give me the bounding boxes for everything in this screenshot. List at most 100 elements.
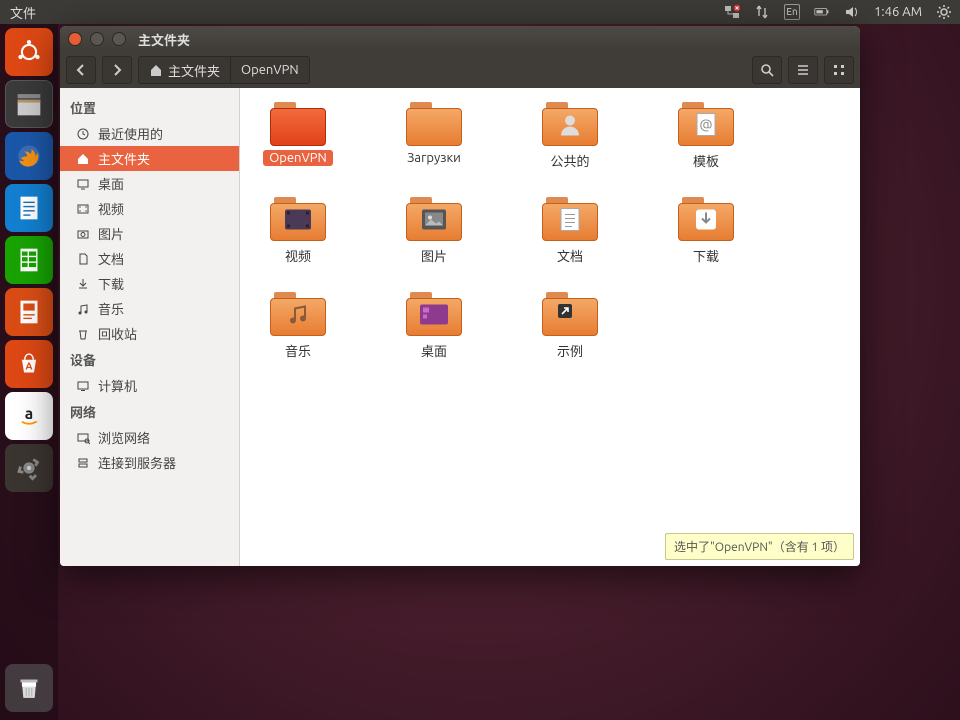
window-minimize-button[interactable] — [90, 32, 104, 46]
folder-item[interactable]: Загрузки — [386, 102, 482, 171]
sidebar-item-label: 文档 — [98, 249, 124, 268]
video-overlay-icon — [284, 209, 312, 234]
sidebar-section-header: 位置 — [60, 94, 239, 121]
window-maximize-button[interactable] — [112, 32, 126, 46]
sidebar-item[interactable]: 图片 — [60, 221, 239, 246]
desktop-icon — [76, 177, 90, 191]
sidebar-item-label: 桌面 — [98, 174, 124, 193]
folder-icon — [542, 197, 598, 241]
unity-launcher: A a — [0, 24, 58, 720]
folder-label: 音乐 — [279, 340, 317, 361]
sidebar-item-label: 音乐 — [98, 299, 124, 318]
sidebar-item[interactable]: 桌面 — [60, 171, 239, 196]
view-grid-button[interactable] — [824, 56, 854, 84]
folder-label: 示例 — [551, 340, 589, 361]
folder-item[interactable]: 文档 — [522, 197, 618, 266]
sidebar-item[interactable]: 最近使用的 — [60, 121, 239, 146]
file-manager-window: 主文件夹 主文件夹OpenVPN 位置最近使用的主文件夹桌面视频图片文档下载音乐… — [60, 26, 860, 566]
home-icon — [76, 152, 90, 166]
sidebar-item[interactable]: 下载 — [60, 271, 239, 296]
folder-item[interactable]: 音乐 — [250, 292, 346, 361]
sidebar-item-label: 图片 — [98, 224, 124, 243]
svg-text:a: a — [25, 404, 33, 422]
folder-item[interactable]: 公共的 — [522, 102, 618, 171]
folder-label: 下载 — [687, 245, 725, 266]
input-language-indicator[interactable]: En — [784, 4, 800, 20]
folder-item[interactable]: OpenVPN — [250, 102, 346, 171]
folder-icon — [678, 197, 734, 241]
toolbar: 主文件夹OpenVPN — [60, 52, 860, 88]
sidebar-item[interactable]: 视频 — [60, 196, 239, 221]
window-title: 主文件夹 — [138, 30, 190, 49]
folder-icon — [406, 102, 462, 146]
content-area[interactable]: OpenVPN Загрузки 公共的 @模板视频 图片 文档 下载音乐 桌面示例 选中了"… — [240, 88, 860, 566]
folder-label: 视频 — [279, 245, 317, 266]
download-icon — [76, 277, 90, 291]
music-icon — [76, 302, 90, 316]
launcher-trash[interactable] — [5, 664, 53, 712]
top-menu-bar: 文件 En 1:46 AM — [0, 0, 960, 24]
launcher-amazon[interactable]: a — [5, 392, 53, 440]
clock[interactable]: 1:46 AM — [874, 5, 922, 19]
folder-label: 文档 — [551, 245, 589, 266]
sidebar-item[interactable]: 计算机 — [60, 373, 239, 398]
folder-item[interactable]: @模板 — [658, 102, 754, 171]
icon-grid: OpenVPN Загрузки 公共的 @模板视频 图片 文档 下载音乐 桌面示例 — [240, 88, 860, 375]
launcher-software[interactable]: A — [5, 340, 53, 388]
launcher-calc[interactable] — [5, 236, 53, 284]
back-button[interactable] — [66, 56, 96, 84]
updown-icon[interactable] — [754, 4, 770, 20]
folder-icon — [542, 292, 598, 336]
folder-item[interactable]: 下载 — [658, 197, 754, 266]
launcher-writer[interactable] — [5, 184, 53, 232]
svg-text:A: A — [26, 361, 33, 372]
folder-icon — [270, 197, 326, 241]
photo-overlay-icon — [421, 209, 447, 234]
network-error-icon[interactable] — [724, 4, 740, 20]
sidebar-item[interactable]: 音乐 — [60, 296, 239, 321]
sidebar-item[interactable]: 文档 — [60, 246, 239, 271]
sidebar-item-label: 计算机 — [98, 376, 137, 395]
app-menu-label[interactable]: 文件 — [10, 3, 36, 22]
folder-item[interactable]: 桌面 — [386, 292, 482, 361]
folder-icon — [270, 292, 326, 336]
view-list-button[interactable] — [788, 56, 818, 84]
folder-icon — [270, 102, 326, 146]
search-button[interactable] — [752, 56, 782, 84]
sidebar-item[interactable]: 连接到服务器 — [60, 450, 239, 475]
gear-icon[interactable] — [936, 4, 952, 20]
path-segment[interactable]: OpenVPN — [231, 56, 310, 84]
window-close-button[interactable] — [68, 32, 82, 46]
folder-item[interactable]: 示例 — [522, 292, 618, 361]
browse-icon — [76, 431, 90, 445]
folder-label: OpenVPN — [263, 150, 333, 166]
launcher-impress[interactable] — [5, 288, 53, 336]
desktop-overlay-icon — [419, 304, 449, 329]
launcher-settings[interactable] — [5, 444, 53, 492]
sidebar-item-label: 视频 — [98, 199, 124, 218]
path-segment[interactable]: 主文件夹 — [138, 56, 231, 84]
clock-icon — [76, 127, 90, 141]
sidebar-item[interactable]: 主文件夹 — [60, 146, 239, 171]
forward-button[interactable] — [102, 56, 132, 84]
launcher-files[interactable] — [5, 80, 53, 128]
system-tray: En 1:46 AM — [724, 4, 952, 20]
folder-label: 图片 — [415, 245, 453, 266]
launcher-firefox[interactable] — [5, 132, 53, 180]
sidebar-item[interactable]: 回收站 — [60, 321, 239, 346]
doc-icon — [76, 252, 90, 266]
server-icon — [76, 456, 90, 470]
sidebar-item[interactable]: 浏览网络 — [60, 425, 239, 450]
battery-icon[interactable] — [814, 4, 830, 20]
folder-label: 公共的 — [544, 150, 595, 171]
download-overlay-icon — [694, 208, 718, 235]
window-titlebar[interactable]: 主文件夹 — [60, 26, 860, 52]
folder-item[interactable]: 视频 — [250, 197, 346, 266]
folder-icon — [406, 292, 462, 336]
folder-item[interactable]: 图片 — [386, 197, 482, 266]
sidebar-item-label: 主文件夹 — [98, 149, 150, 168]
launcher-dash[interactable] — [5, 28, 53, 76]
volume-icon[interactable] — [844, 4, 860, 20]
person-overlay-icon — [557, 112, 583, 141]
selection-status: 选中了"OpenVPN"（含有 1 项） — [665, 533, 854, 560]
